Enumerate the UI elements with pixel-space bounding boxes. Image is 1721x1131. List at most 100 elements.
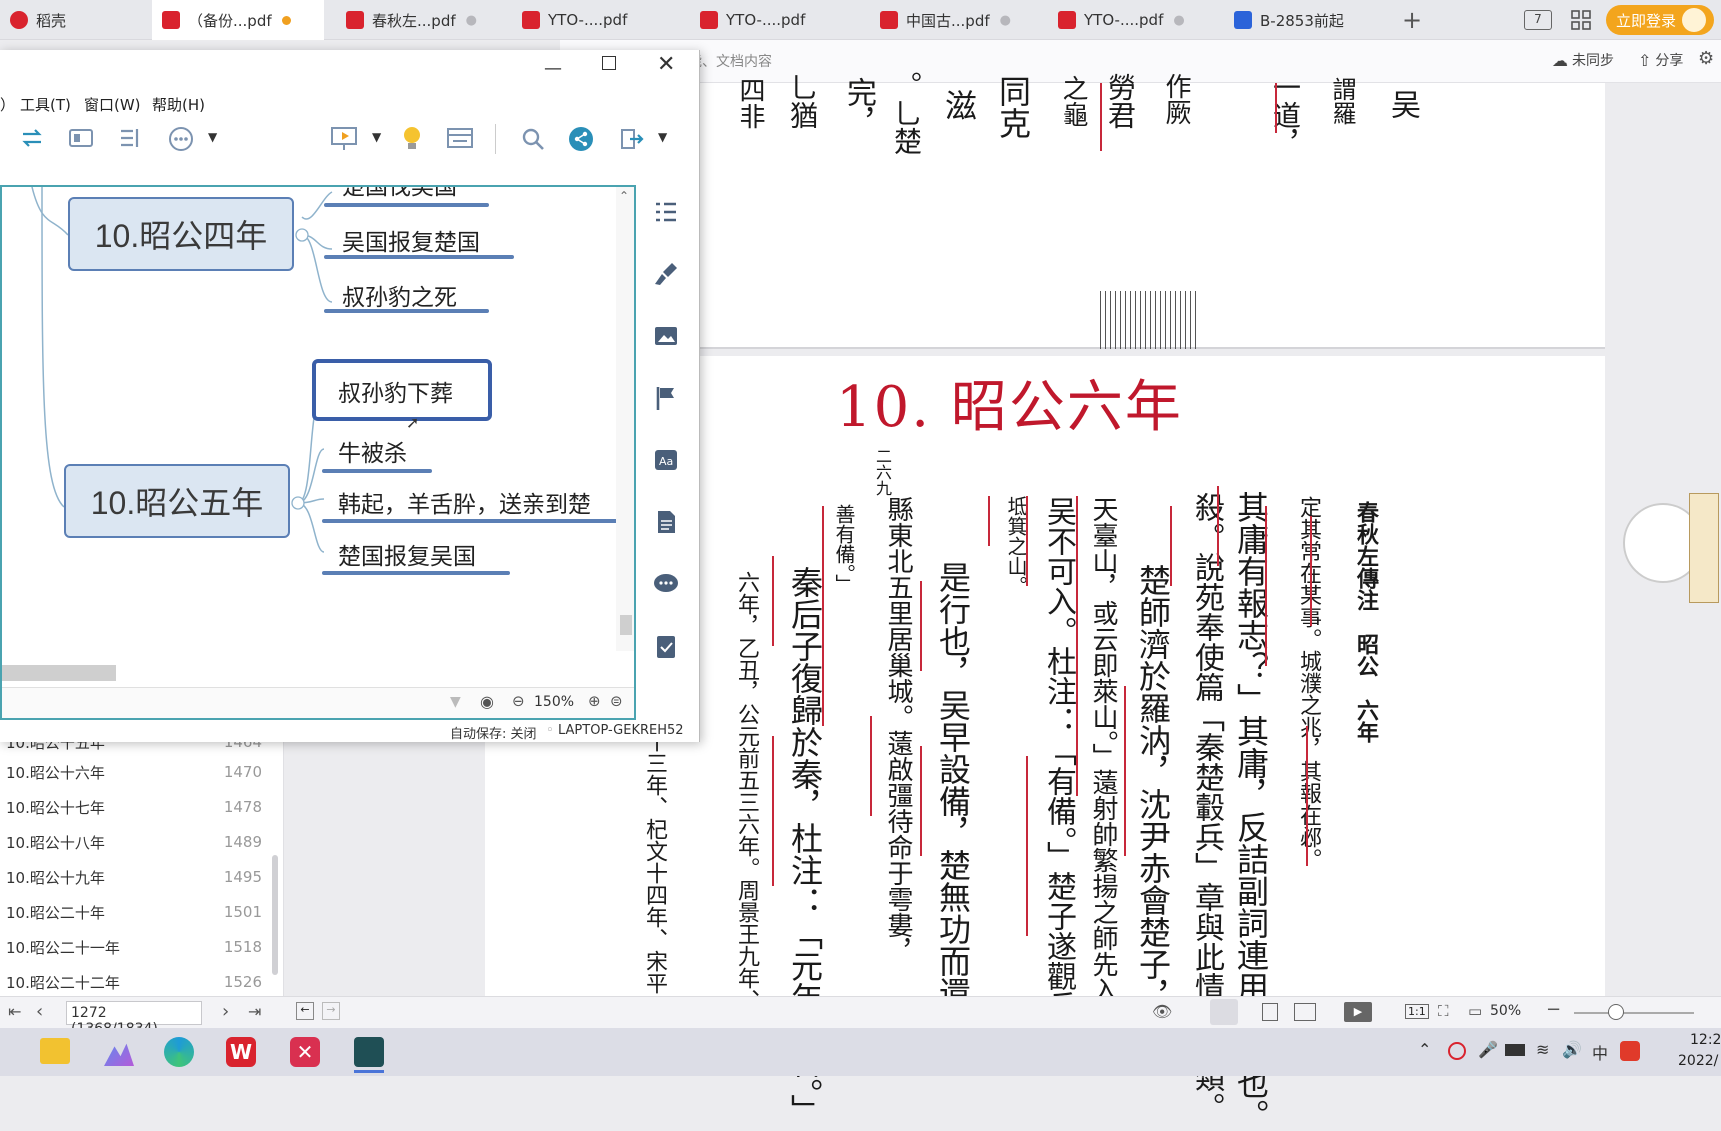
list-item[interactable]: 10.昭公十六年 1470 (6, 757, 262, 787)
list-item[interactable]: 10.昭公十七年 1478 (6, 792, 262, 822)
format-panel-icon[interactable] (446, 126, 474, 150)
notes-icon[interactable] (652, 508, 680, 536)
maximize-button[interactable] (602, 56, 616, 70)
outline-list-icon[interactable] (652, 198, 680, 226)
topic-node[interactable]: 10.昭公四年 (68, 197, 294, 271)
tab-docer[interactable]: 稻壳 (0, 0, 150, 40)
tab-zhongguogu-pdf[interactable]: 中国古...pdf ● (870, 0, 1038, 40)
zoom-in-icon[interactable]: ⊕ (588, 692, 601, 710)
close-dot-icon[interactable]: ● (466, 13, 477, 28)
last-page-icon[interactable]: ⇥ (248, 1002, 261, 1021)
ime-indicator[interactable]: 中 (1592, 1040, 1608, 1064)
eye-icon[interactable]: ◉ (480, 692, 494, 711)
page-number-input[interactable]: 1272 (1368/1834) (66, 1001, 202, 1037)
zoom-out-icon[interactable]: ⊖ (512, 692, 525, 710)
menu-window[interactable]: 窗口(W) (84, 94, 141, 115)
dropdown-arrow-icon[interactable]: ▼ (372, 130, 381, 144)
presentation-icon[interactable] (330, 124, 360, 152)
xmind-icon[interactable]: ✕ (290, 1037, 320, 1067)
edge-browser-icon[interactable] (164, 1037, 194, 1067)
list-item[interactable]: 10.昭公十九年 1495 (6, 862, 262, 892)
flag-icon[interactable] (652, 384, 680, 412)
filter-icon[interactable]: ▼ (450, 694, 461, 710)
layout-icon[interactable] (68, 126, 94, 150)
eye-mode-icon[interactable]: 👁 (1152, 1002, 1172, 1021)
close-button[interactable]: ✕ (657, 52, 675, 77)
subtopic-node[interactable]: 楚国伐吴国 (342, 187, 457, 201)
close-dot-icon[interactable]: ● (1173, 13, 1184, 28)
clock-time[interactable]: 12:2 (1690, 1032, 1721, 1048)
single-page-icon[interactable] (1262, 1003, 1278, 1021)
zoom-level[interactable]: 50% (1490, 1003, 1521, 1019)
text-style-icon[interactable]: Aa (652, 446, 680, 474)
autosave-status[interactable]: 自动保存: 关闭 (450, 723, 537, 742)
task-clipboard-icon[interactable] (652, 632, 680, 660)
zoom-slider-thumb[interactable] (1608, 1004, 1624, 1020)
subtopic-node[interactable]: 叔孙豹之死 (342, 278, 457, 312)
mindmap-canvas[interactable]: 10.昭公四年 楚国伐吴国 吴国报复楚国 叔孙豹之死 叔孙豹下葬 ➚ 10.昭公… (0, 185, 636, 720)
zoom-out-icon[interactable]: − (1546, 999, 1561, 1020)
fit-width-icon[interactable]: ▭ (1468, 1002, 1482, 1020)
horizontal-scrollbar-thumb[interactable] (2, 665, 116, 681)
dropdown-arrow-icon[interactable]: ▼ (658, 130, 667, 144)
image-icon[interactable] (652, 322, 680, 350)
subtopic-node-selected[interactable]: 叔孙豹下葬 (338, 374, 453, 408)
comment-icon[interactable] (652, 570, 680, 598)
continuous-view-button[interactable] (1210, 999, 1238, 1025)
search-icon[interactable] (520, 126, 546, 152)
share-button[interactable]: ⇧ 分享 (1638, 50, 1683, 70)
scrollbar-thumb[interactable] (620, 615, 632, 635)
fit-page-icon[interactable]: ⛶ (1438, 1002, 1449, 1020)
lightbulb-icon[interactable] (400, 124, 424, 152)
more-icon[interactable] (168, 126, 194, 152)
tab-yto-pdf-2[interactable]: YTO-....pdf (690, 0, 862, 40)
export-icon[interactable] (618, 126, 644, 152)
list-item[interactable]: 10.昭公二十年 1501 (6, 897, 262, 927)
tab-yto-pdf-3[interactable]: YTO-....pdf ● (1048, 0, 1218, 40)
topic-node[interactable]: 10.昭公五年 (64, 464, 290, 538)
login-button[interactable]: 立即登录 (1606, 5, 1714, 35)
volume-icon[interactable]: 🔊 (1562, 1040, 1582, 1059)
subtopic-node[interactable]: 吴国报复楚国 (342, 223, 480, 257)
menu-item[interactable]: ） (0, 94, 15, 115)
new-tab-plus-icon[interactable]: + (1402, 6, 1422, 34)
wifi-icon[interactable]: ≋ (1536, 1040, 1549, 1059)
microphone-icon[interactable]: 🎤 (1478, 1040, 1498, 1059)
battery-icon[interactable] (1505, 1044, 1525, 1056)
list-item[interactable]: 10.昭公十八年 1489 (6, 827, 262, 857)
style-brush-icon[interactable] (652, 260, 680, 288)
scroll-up-arrow-icon[interactable]: ⌃ (619, 189, 629, 203)
minimize-button[interactable]: — (544, 58, 562, 79)
wps-icon[interactable]: W (226, 1037, 256, 1067)
clock-date[interactable]: 2022/ (1678, 1053, 1718, 1069)
subtopic-node[interactable]: 牛被杀 (338, 434, 407, 468)
back-icon[interactable]: ← (296, 1002, 314, 1020)
subtopic-node[interactable]: 楚国报复吴国 (338, 537, 476, 571)
search-hint[interactable]: 能、文档内容 (688, 51, 772, 71)
actual-size-icon[interactable]: 1:1 (1405, 1004, 1429, 1019)
sync-status[interactable]: ☁ 未同步 (1552, 50, 1614, 70)
first-page-icon[interactable]: ⇤ (8, 1002, 21, 1021)
vertical-scrollbar[interactable]: ⌃ (616, 187, 634, 651)
list-item[interactable]: 10.昭公二十一年 1518 (6, 932, 262, 962)
app-icon[interactable] (104, 1043, 134, 1066)
menu-tools[interactable]: 工具(T) (20, 94, 71, 115)
share-icon[interactable] (568, 126, 594, 152)
outline-icon[interactable] (118, 126, 142, 150)
sidebar-scrollbar[interactable] (272, 855, 278, 975)
close-dot-icon[interactable]: ● (1000, 13, 1011, 28)
tab-b2853-doc[interactable]: B-2853前起 (1224, 0, 1360, 40)
dropdown-arrow-icon[interactable]: ▼ (208, 130, 217, 144)
zoom-slider[interactable] (1574, 1012, 1694, 1014)
screen-recorder-icon[interactable] (354, 1037, 384, 1067)
fit-icon[interactable]: ⊜ (610, 692, 623, 710)
next-page-icon[interactable]: › (222, 1001, 229, 1022)
grid-apps-icon[interactable] (1570, 9, 1592, 31)
play-slideshow-icon[interactable]: ▶ (1344, 1002, 1372, 1022)
sync-arrows-icon[interactable] (20, 126, 44, 150)
forward-icon[interactable]: → (322, 1002, 340, 1020)
tray-chevron-icon[interactable]: ⌃ (1418, 1040, 1431, 1059)
tab-chunqiu-pdf[interactable]: 春秋左...pdf ● (336, 0, 496, 40)
file-explorer-icon[interactable] (40, 1038, 70, 1064)
list-item[interactable]: 10.昭公二十二年 1526 (6, 967, 262, 997)
